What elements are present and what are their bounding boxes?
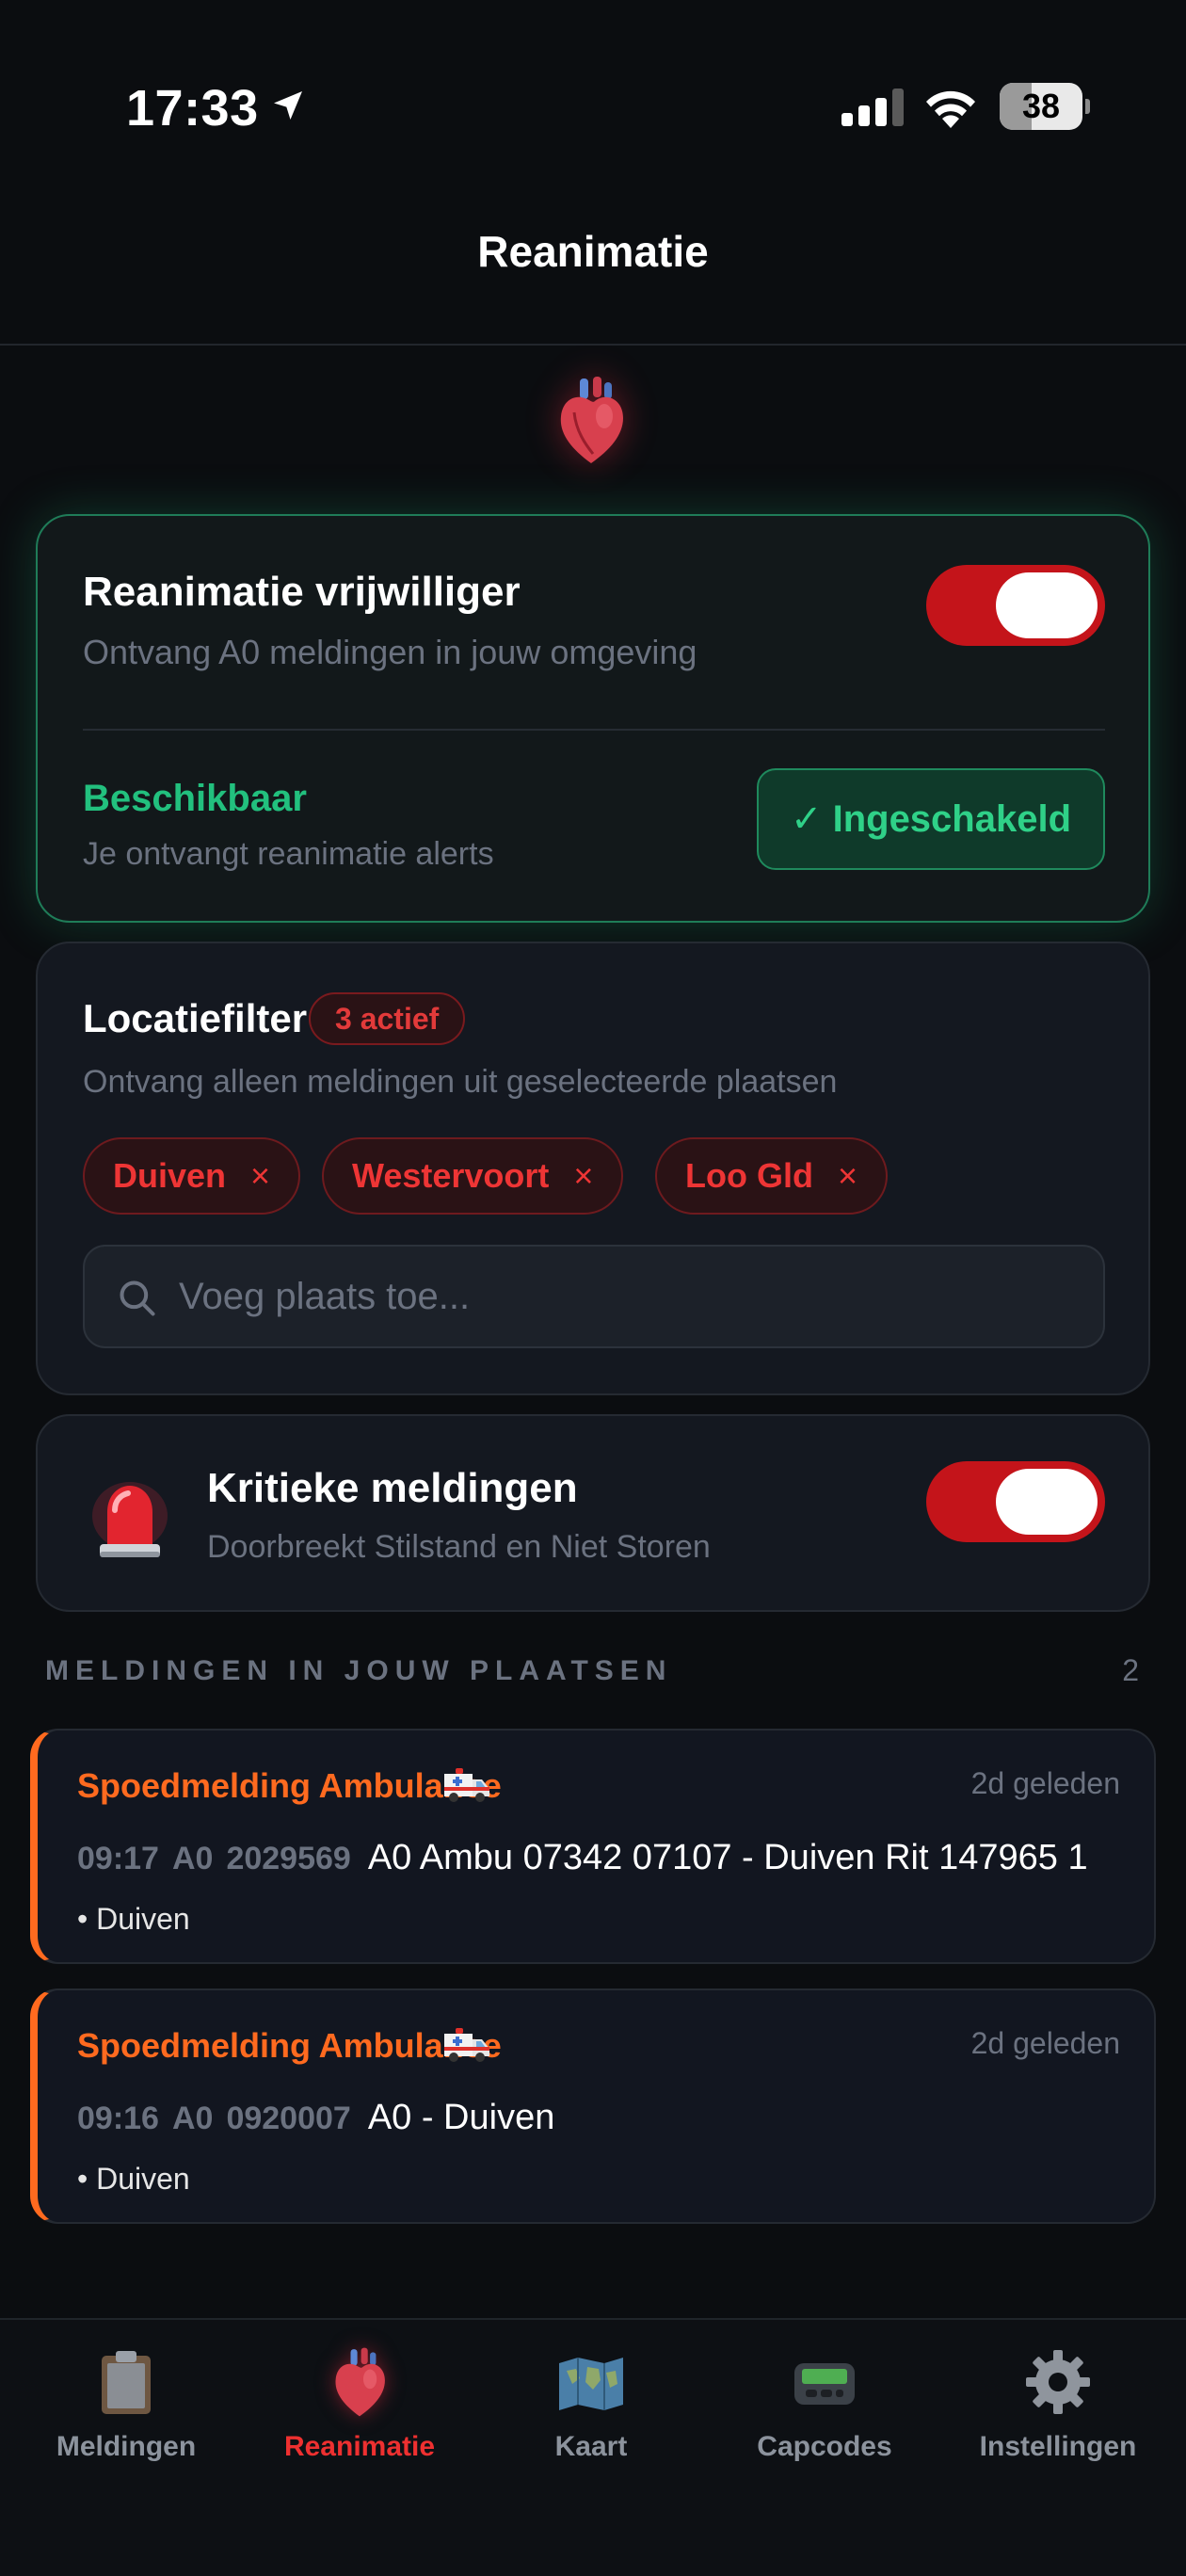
tab-meldingen[interactable]: Meldingen — [23, 2346, 230, 2463]
alert-priority: A0 — [171, 1841, 214, 1876]
siren-icon — [92, 1482, 168, 1557]
alert-age: 2d geleden — [970, 2026, 1120, 2060]
gear-icon — [1026, 2350, 1090, 2414]
volunteer-card: Reanimatie vrijwilliger Ontvang A0 meldi… — [36, 514, 1150, 923]
active-count-badge: 3 actief — [309, 992, 466, 1045]
pager-icon — [794, 2363, 855, 2405]
tab-kaart[interactable]: Kaart — [488, 2346, 695, 2463]
alerts-count: 2 — [1122, 1653, 1139, 1687]
volunteer-subtitle: Ontvang A0 meldingen in jouw omgeving — [83, 633, 697, 671]
page-title: Reanimatie — [477, 227, 709, 276]
tab-label: Kaart — [554, 2431, 628, 2462]
location-arrow-icon — [274, 91, 302, 120]
alert-capcode: 0920007 — [226, 2101, 351, 2136]
ambulance-icon — [444, 1768, 489, 1802]
alert-place: • Duiven — [77, 1902, 190, 1936]
battery-indicator: 38 — [1000, 83, 1090, 130]
add-place-input[interactable] — [179, 1247, 1082, 1346]
clipboard-icon — [102, 2351, 151, 2414]
alert-item[interactable]: Spoedmelding Ambulance 2d geleden 09:16 A… — [30, 1988, 1156, 2224]
location-filter-card: Locatiefilter 3 actief Ontvang alleen me… — [36, 942, 1150, 1395]
enabled-status-button[interactable]: ✓ Ingeschakeld — [757, 768, 1105, 870]
alert-item[interactable]: Spoedmelding Ambulance 2d geleden 09:17 A… — [30, 1729, 1156, 1964]
availability-subtitle: Je ontvangt reanimatie alerts — [83, 836, 494, 872]
alert-capcode: 2029569 — [226, 1841, 351, 1876]
place-chip-loo-gld[interactable]: Loo Gld × — [655, 1137, 888, 1215]
place-chip-duiven[interactable]: Duiven × — [83, 1137, 301, 1215]
add-place-search[interactable] — [83, 1245, 1105, 1348]
search-icon — [120, 1280, 155, 1316]
chip-label: Loo Gld — [685, 1156, 813, 1195]
tab-reanimatie[interactable]: Reanimatie — [256, 2346, 463, 2463]
tab-bar: Meldingen Reanimatie Kaart Capcodes Inst… — [0, 2318, 1186, 2576]
critical-alerts-title: Kritieke meldingen — [207, 1465, 578, 1511]
alert-message: A0 Ambu 07342 07107 - Duiven Rit 147965 … — [367, 1838, 1088, 1877]
alert-title: Spoedmelding Ambulance — [77, 1766, 502, 1805]
ambulance-icon — [444, 2028, 489, 2062]
anatomical-heart-icon — [335, 2347, 385, 2417]
anatomical-heart-icon — [560, 377, 623, 463]
alert-message-line: 09:17 A0 2029569 A0 Ambu 07342 07107 - Duiv… — [77, 1838, 1088, 1878]
critical-alerts-card: Kritieke meldingen Doorbreekt Stilstand … — [36, 1414, 1150, 1612]
remove-chip-icon[interactable]: × — [250, 1156, 270, 1196]
card-divider — [83, 729, 1105, 731]
tab-label: Capcodes — [757, 2431, 892, 2462]
alert-message-line: 09:16 A0 0920007 A0 - Duiven — [77, 2098, 554, 2138]
place-chip-westervoort[interactable]: Westervoort × — [322, 1137, 624, 1215]
volunteer-toggle[interactable] — [926, 565, 1105, 646]
location-filter-subtitle: Ontvang alleen meldingen uit geselecteer… — [83, 1064, 838, 1100]
critical-alerts-subtitle: Doorbreekt Stilstand en Niet Storen — [207, 1529, 711, 1565]
volunteer-title: Reanimatie vrijwilliger — [83, 569, 521, 615]
status-bar: 17:33 38 — [0, 0, 1186, 217]
alerts-section-title: MELDINGEN IN JOUW PLAATSEN — [45, 1655, 673, 1686]
chip-label: Duiven — [113, 1156, 227, 1195]
alert-title: Spoedmelding Ambulance — [77, 2026, 502, 2065]
tab-label: Reanimatie — [283, 2431, 436, 2462]
alert-place: • Duiven — [77, 2162, 190, 2196]
battery-level: 38 — [1021, 87, 1061, 125]
tab-label: Meldingen — [56, 2431, 197, 2462]
world-map-icon — [559, 2358, 623, 2410]
alert-priority: A0 — [171, 2101, 214, 2136]
critical-alerts-toggle[interactable] — [926, 1461, 1105, 1542]
tab-capcodes[interactable]: Capcodes — [721, 2346, 928, 2463]
tab-label: Instellingen — [979, 2431, 1137, 2462]
alert-time: 09:16 — [77, 2101, 159, 2136]
alert-message: A0 - Duiven — [367, 2098, 555, 2137]
location-filter-title: Locatiefilter — [83, 996, 308, 1040]
availability-title: Beschikbaar — [83, 778, 307, 819]
alert-time: 09:17 — [77, 1841, 159, 1876]
remove-chip-icon[interactable]: × — [838, 1156, 857, 1196]
header-divider — [0, 344, 1186, 346]
chip-label: Westervoort — [352, 1156, 550, 1195]
tab-instellingen[interactable]: Instellingen — [954, 2346, 1162, 2463]
alert-age: 2d geleden — [970, 1766, 1120, 1800]
remove-chip-icon[interactable]: × — [573, 1156, 593, 1196]
cellular-signal-icon — [841, 89, 904, 126]
status-time: 17:33 — [126, 80, 259, 137]
wifi-icon — [926, 90, 975, 128]
